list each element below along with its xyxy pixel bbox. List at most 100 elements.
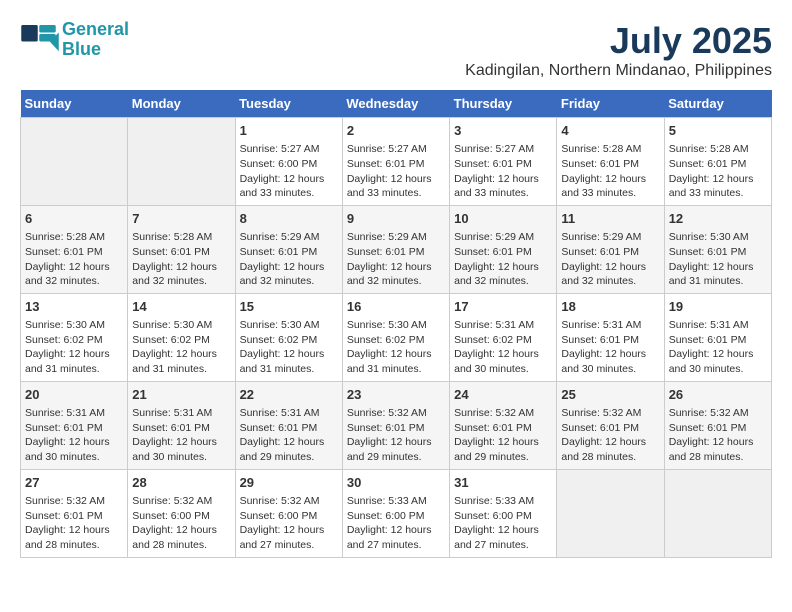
day-info: Daylight: 12 hours and 33 minutes. [240,172,338,201]
day-number: 6 [25,210,123,228]
day-info: Sunrise: 5:27 AM [454,142,552,157]
day-info: Sunset: 6:02 PM [25,333,123,348]
calendar-cell: 1Sunrise: 5:27 AMSunset: 6:00 PMDaylight… [235,118,342,206]
day-info: Sunset: 6:02 PM [347,333,445,348]
day-info: Sunset: 6:01 PM [669,421,767,436]
calendar-cell: 7Sunrise: 5:28 AMSunset: 6:01 PMDaylight… [128,205,235,293]
day-number: 23 [347,386,445,404]
day-info: Daylight: 12 hours and 33 minutes. [669,172,767,201]
header-sunday: Sunday [21,90,128,118]
calendar-cell: 8Sunrise: 5:29 AMSunset: 6:01 PMDaylight… [235,205,342,293]
day-info: Sunrise: 5:31 AM [454,318,552,333]
calendar-cell: 20Sunrise: 5:31 AMSunset: 6:01 PMDayligh… [21,381,128,469]
day-number: 20 [25,386,123,404]
day-info: Daylight: 12 hours and 31 minutes. [132,347,230,376]
calendar-cell: 31Sunrise: 5:33 AMSunset: 6:00 PMDayligh… [450,469,557,557]
calendar-cell: 15Sunrise: 5:30 AMSunset: 6:02 PMDayligh… [235,293,342,381]
calendar-cell [664,469,771,557]
day-info: Sunset: 6:01 PM [454,157,552,172]
day-info: Daylight: 12 hours and 32 minutes. [240,260,338,289]
day-info: Sunset: 6:00 PM [454,509,552,524]
day-info: Sunset: 6:01 PM [347,245,445,260]
day-info: Daylight: 12 hours and 29 minutes. [347,435,445,464]
calendar-cell [557,469,664,557]
day-info: Sunrise: 5:32 AM [132,494,230,509]
day-info: Sunset: 6:01 PM [561,157,659,172]
day-number: 21 [132,386,230,404]
day-info: Sunset: 6:00 PM [347,509,445,524]
day-info: Sunrise: 5:30 AM [132,318,230,333]
day-info: Sunset: 6:01 PM [347,157,445,172]
day-number: 3 [454,122,552,140]
day-info: Daylight: 12 hours and 32 minutes. [132,260,230,289]
calendar-cell: 4Sunrise: 5:28 AMSunset: 6:01 PMDaylight… [557,118,664,206]
day-info: Daylight: 12 hours and 32 minutes. [25,260,123,289]
day-info: Sunrise: 5:32 AM [347,406,445,421]
day-info: Sunset: 6:01 PM [669,333,767,348]
day-info: Sunrise: 5:30 AM [669,230,767,245]
day-info: Sunrise: 5:31 AM [561,318,659,333]
logo-text: General Blue [62,20,129,60]
calendar-week-2: 6Sunrise: 5:28 AMSunset: 6:01 PMDaylight… [21,205,772,293]
day-info: Daylight: 12 hours and 31 minutes. [669,260,767,289]
day-number: 10 [454,210,552,228]
day-number: 31 [454,474,552,492]
calendar-week-1: 1Sunrise: 5:27 AMSunset: 6:00 PMDaylight… [21,118,772,206]
day-info: Sunrise: 5:33 AM [454,494,552,509]
day-number: 14 [132,298,230,316]
day-info: Sunset: 6:01 PM [25,509,123,524]
day-number: 25 [561,386,659,404]
calendar-cell: 9Sunrise: 5:29 AMSunset: 6:01 PMDaylight… [342,205,449,293]
day-info: Sunrise: 5:27 AM [240,142,338,157]
day-number: 5 [669,122,767,140]
day-info: Daylight: 12 hours and 28 minutes. [25,523,123,552]
day-number: 22 [240,386,338,404]
calendar-cell [21,118,128,206]
day-info: Sunset: 6:01 PM [561,245,659,260]
day-info: Daylight: 12 hours and 30 minutes. [25,435,123,464]
calendar-cell: 2Sunrise: 5:27 AMSunset: 6:01 PMDaylight… [342,118,449,206]
day-info: Daylight: 12 hours and 33 minutes. [454,172,552,201]
day-info: Daylight: 12 hours and 30 minutes. [669,347,767,376]
day-info: Daylight: 12 hours and 27 minutes. [347,523,445,552]
day-info: Sunrise: 5:28 AM [132,230,230,245]
day-info: Sunset: 6:01 PM [25,421,123,436]
day-number: 28 [132,474,230,492]
day-info: Sunrise: 5:30 AM [240,318,338,333]
calendar-cell [128,118,235,206]
day-info: Daylight: 12 hours and 30 minutes. [561,347,659,376]
day-number: 4 [561,122,659,140]
calendar-table: SundayMondayTuesdayWednesdayThursdayFrid… [20,90,772,558]
day-info: Sunset: 6:01 PM [240,421,338,436]
day-info: Sunset: 6:02 PM [132,333,230,348]
day-info: Sunset: 6:01 PM [454,245,552,260]
day-info: Sunrise: 5:30 AM [347,318,445,333]
day-info: Sunset: 6:01 PM [561,333,659,348]
day-info: Sunset: 6:02 PM [240,333,338,348]
calendar-cell: 6Sunrise: 5:28 AMSunset: 6:01 PMDaylight… [21,205,128,293]
calendar-cell: 22Sunrise: 5:31 AMSunset: 6:01 PMDayligh… [235,381,342,469]
day-info: Daylight: 12 hours and 30 minutes. [454,347,552,376]
day-info: Sunrise: 5:31 AM [132,406,230,421]
calendar-cell: 12Sunrise: 5:30 AMSunset: 6:01 PMDayligh… [664,205,771,293]
day-number: 12 [669,210,767,228]
header-saturday: Saturday [664,90,771,118]
calendar-cell: 19Sunrise: 5:31 AMSunset: 6:01 PMDayligh… [664,293,771,381]
day-info: Sunset: 6:01 PM [25,245,123,260]
day-number: 26 [669,386,767,404]
day-info: Sunrise: 5:29 AM [240,230,338,245]
day-info: Daylight: 12 hours and 33 minutes. [347,172,445,201]
day-info: Daylight: 12 hours and 28 minutes. [132,523,230,552]
day-info: Daylight: 12 hours and 33 minutes. [561,172,659,201]
day-info: Daylight: 12 hours and 27 minutes. [240,523,338,552]
day-info: Sunset: 6:00 PM [240,509,338,524]
day-info: Daylight: 12 hours and 31 minutes. [25,347,123,376]
day-info: Sunrise: 5:32 AM [25,494,123,509]
day-info: Sunset: 6:01 PM [132,421,230,436]
day-info: Sunrise: 5:28 AM [669,142,767,157]
logo-icon [20,25,60,55]
header-thursday: Thursday [450,90,557,118]
day-info: Sunrise: 5:32 AM [454,406,552,421]
calendar-cell: 30Sunrise: 5:33 AMSunset: 6:00 PMDayligh… [342,469,449,557]
day-info: Sunset: 6:01 PM [347,421,445,436]
